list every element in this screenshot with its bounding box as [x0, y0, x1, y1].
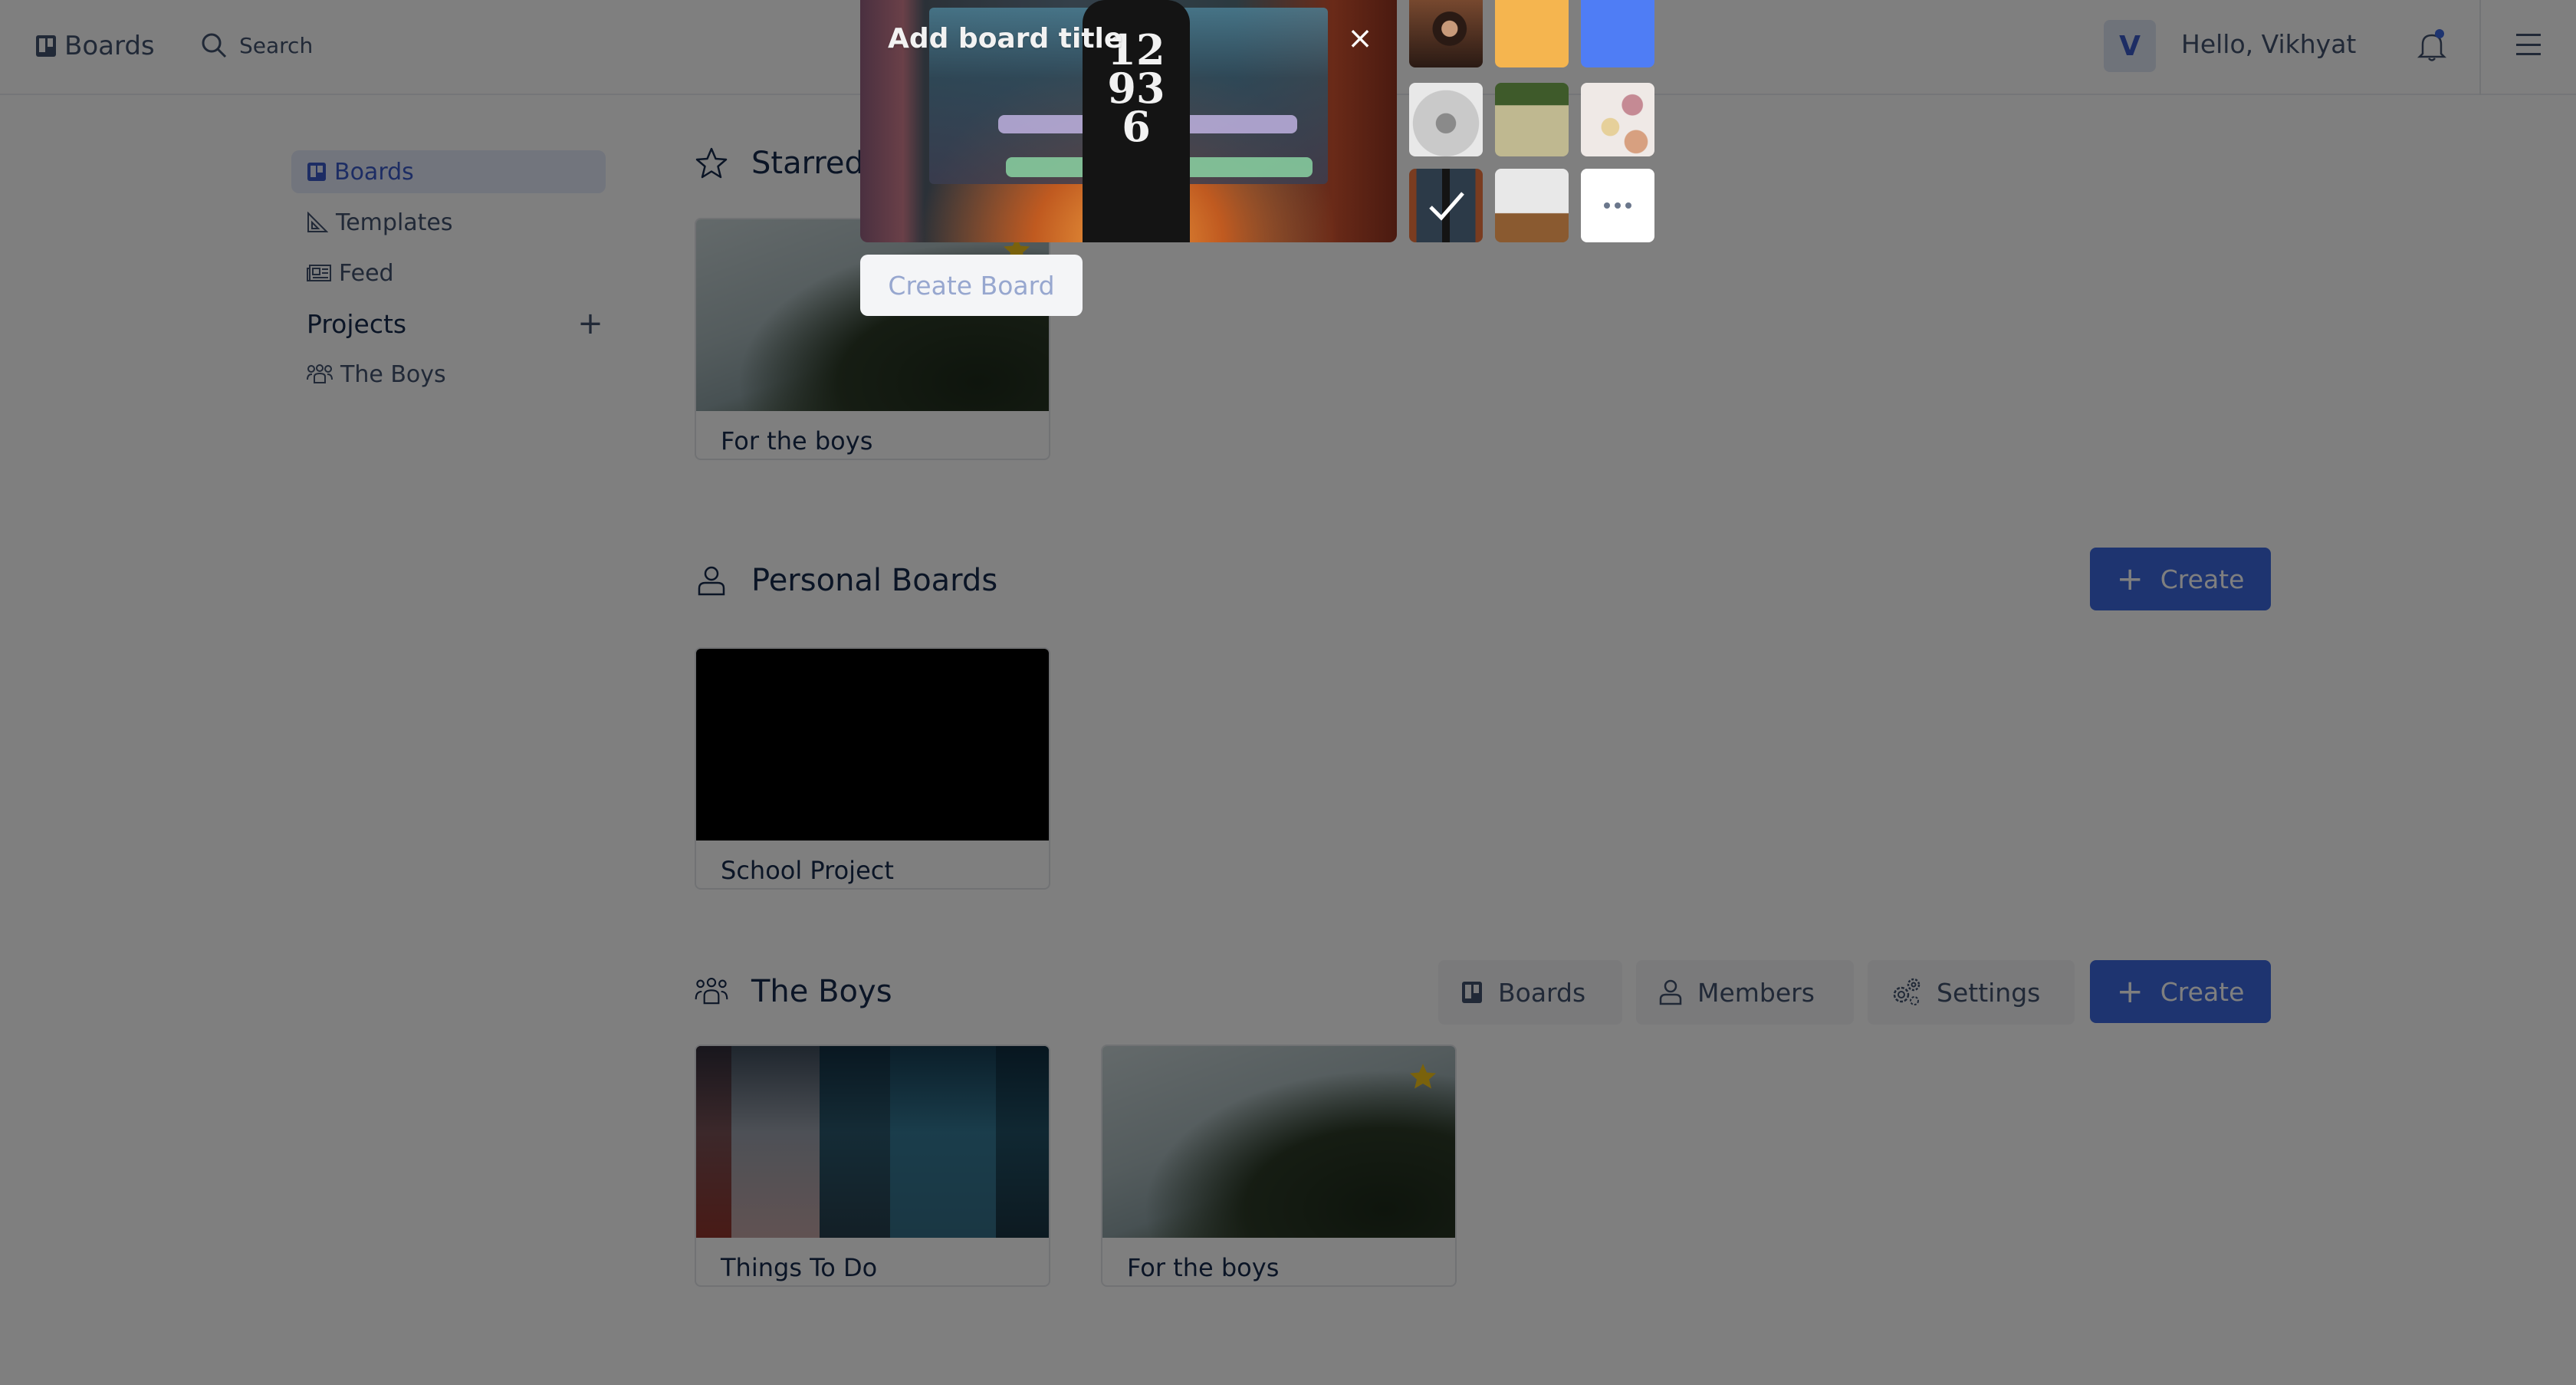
dot	[1615, 202, 1621, 209]
background-option-imac-desk[interactable]	[1495, 169, 1569, 242]
background-picker	[1409, 0, 1654, 242]
background-option-blue[interactable]	[1581, 0, 1654, 67]
dot	[1604, 202, 1610, 209]
background-option-park-people[interactable]	[1495, 83, 1569, 156]
background-option-man-portrait[interactable]	[1409, 0, 1483, 67]
background-option-watch-desk[interactable]	[1409, 169, 1483, 242]
background-option-orange[interactable]	[1495, 0, 1569, 67]
create-board-button[interactable]: Create Board	[860, 255, 1083, 316]
close-icon[interactable]: ×	[1346, 21, 1374, 56]
background-option-soap-bars[interactable]	[1581, 83, 1654, 156]
more-backgrounds-button[interactable]	[1581, 169, 1654, 242]
selected-check-icon	[1429, 192, 1464, 221]
board-title-input[interactable]: Add board title	[888, 23, 1122, 54]
background-option-pumpkin-sketch[interactable]	[1409, 83, 1483, 156]
dot	[1625, 202, 1631, 209]
